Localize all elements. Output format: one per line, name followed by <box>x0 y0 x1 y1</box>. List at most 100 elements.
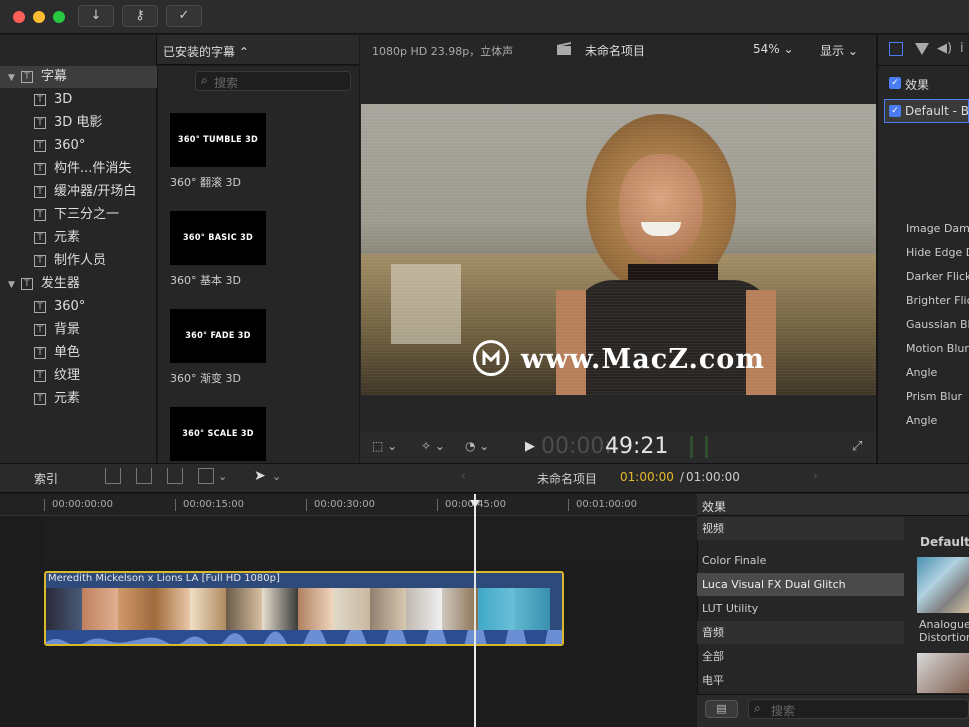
clip-frame <box>226 588 262 630</box>
default-effect-label: Default - Bu <box>905 104 969 118</box>
inspector-param-label: Angle <box>906 366 938 379</box>
sidebar-item-label: 360° <box>54 138 86 153</box>
sidebar-item[interactable]: T 背景 <box>34 319 80 341</box>
fullscreen-icon[interactable]: ⤢ <box>852 439 862 454</box>
effects-item[interactable]: 全部 <box>697 645 904 668</box>
color-inspector-icon[interactable] <box>915 43 929 55</box>
effects-category[interactable]: 视频 <box>697 517 904 540</box>
thumb-fade-3d[interactable]: 360° FADE 3D <box>170 309 266 363</box>
enhance-wand-dropdown[interactable]: ✧ ⌄ <box>421 439 445 453</box>
sidebar-item[interactable]: ▼ T 发生器 <box>8 273 80 295</box>
search-placeholder: 搜索 <box>771 704 796 718</box>
clip-frame <box>46 588 82 630</box>
sidebar-item[interactable]: T 元素 <box>34 227 80 249</box>
effects-item[interactable]: LUT Utility <box>697 597 904 620</box>
disclosure-triangle-icon[interactable]: ▼ <box>8 280 15 290</box>
transform-dropdown[interactable]: ⬚ ⌄ <box>372 439 397 453</box>
close-window-button[interactable] <box>13 11 25 23</box>
play-button[interactable]: ▶ <box>525 439 535 454</box>
minimize-window-button[interactable] <box>33 11 45 23</box>
ruler-labels: 00:00:00:0000:00:15:0000:00:30:0000:00:4… <box>0 494 697 516</box>
display-dropdown[interactable]: 显示 ⌄ <box>820 42 858 59</box>
tool-chevron-icon[interactable]: ⌄ <box>272 470 281 483</box>
keywords-button[interactable]: ⚷ <box>122 5 158 27</box>
timecode-display[interactable]: 49:21 <box>605 434 668 459</box>
import-button[interactable]: ↓ <box>78 5 114 27</box>
video-inspector-icon[interactable] <box>889 42 903 56</box>
sidebar-item[interactable]: T 下三分之一 <box>34 204 119 226</box>
default-effect-checkbox[interactable]: ✓ <box>889 105 901 117</box>
history-forward-icon[interactable]: › <box>813 469 818 483</box>
disclosure-triangle-icon[interactable]: ▼ <box>8 73 15 83</box>
title-folder-icon: T <box>34 369 46 382</box>
effects-header <box>697 494 904 516</box>
clapper-icon <box>557 42 571 55</box>
effect-preview-thumb-2[interactable] <box>917 653 969 693</box>
playhead[interactable] <box>474 494 476 727</box>
sidebar-item-label: 字幕 <box>40 69 67 84</box>
sidebar-item-label: 元素 <box>54 391 81 406</box>
clip-frame <box>334 588 370 630</box>
sidebar-item-label: 360° <box>54 299 86 314</box>
info-inspector-icon[interactable]: i <box>960 41 964 56</box>
clip-audio-waveform <box>46 611 562 644</box>
sidebar-toggle-icon[interactable]: ▤ <box>705 700 738 718</box>
library-tree: ▼ T 字幕 T 3D T 3D 电影 T 360° T 构件...件消失 T 缓冲器/开场白 T 下三分之… <box>0 66 157 426</box>
video-frame[interactable]: www.MacZ.com <box>361 104 876 395</box>
sidebar-item-label: 背景 <box>54 322 81 337</box>
thumb-grid: 360° TUMBLE 3D 360° 翻滚 3D 360° BASIC 3D … <box>158 96 359 463</box>
connect-clip-icon[interactable] <box>105 468 121 484</box>
effects-category[interactable]: 音频 <box>697 621 904 644</box>
thumb-scale-3d[interactable]: 360° SCALE 3D <box>170 407 266 461</box>
browser-search-field[interactable]: ⌕ 搜索 <box>195 71 351 91</box>
effects-item[interactable]: Luca Visual FX Dual Glitch <box>697 573 904 596</box>
title-folder-icon: T <box>34 93 46 106</box>
folder-icon: T <box>20 70 33 83</box>
overwrite-clip-icon[interactable] <box>198 468 214 484</box>
select-tool-icon[interactable]: ➤ <box>254 468 266 484</box>
thumb-basic-3d[interactable]: 360° BASIC 3D <box>170 211 266 265</box>
zoom-dropdown[interactable]: 54% ⌄ <box>753 42 794 56</box>
effect-preview-thumb[interactable] <box>917 557 969 613</box>
inspector-param-label: Hide Edge D <box>906 246 969 259</box>
thumb-tumble-3d[interactable]: 360° TUMBLE 3D <box>170 113 266 167</box>
ruler-label: 00:01:00:00 <box>576 499 638 510</box>
title-folder-icon: T <box>34 300 46 313</box>
sidebar-item[interactable]: T 元素 <box>34 388 80 410</box>
ruler-label: 00:00:30:00 <box>314 499 376 510</box>
sidebar-item[interactable]: T 单色 <box>34 342 80 364</box>
ruler-tick <box>44 499 45 511</box>
sidebar-item[interactable]: T 3D 电影 <box>34 112 102 134</box>
check-icon: ✓ <box>178 8 190 23</box>
playhead-head[interactable] <box>470 500 480 508</box>
speed-dropdown[interactable]: ◔ ⌄ <box>465 439 489 453</box>
browser-category-dropdown[interactable]: 已安装的字幕 ⌃ <box>163 43 249 60</box>
sidebar-item[interactable]: T 制作人员 <box>34 250 106 272</box>
format-info: 1080p HD 23.98p，立体声 <box>372 45 514 58</box>
append-clip-icon[interactable] <box>167 468 183 484</box>
index-button[interactable]: 索引 <box>34 470 58 487</box>
sidebar-item[interactable]: T 缓冲器/开场白 <box>34 181 136 203</box>
sidebar-item[interactable]: ▼ T 字幕 <box>8 66 67 88</box>
zoom-window-button[interactable] <box>53 11 65 23</box>
inspector-param-label: Prism Blur <box>906 390 963 403</box>
sidebar-item[interactable]: T 360° <box>34 296 85 318</box>
title-folder-icon: T <box>34 254 46 267</box>
sidebar-item[interactable]: T 360° <box>34 135 85 157</box>
history-back-icon[interactable]: ‹ <box>461 469 466 483</box>
ruler-tick <box>175 499 176 511</box>
effects-item[interactable]: 电平 <box>697 669 904 692</box>
audio-inspector-icon[interactable]: ◀) <box>937 41 952 56</box>
insert-clip-icon[interactable] <box>136 468 152 484</box>
sidebar-item[interactable]: T 纹理 <box>34 365 80 387</box>
sidebar-item[interactable]: T 3D <box>34 89 72 111</box>
effects-item[interactable]: Color Finale <box>697 549 904 572</box>
effects-checkbox[interactable]: ✓ <box>889 77 901 89</box>
clip-frame <box>118 588 154 630</box>
sidebar-item[interactable]: T 构件...件消失 <box>34 158 131 180</box>
thumb-label: 360° 翻滚 3D <box>170 176 241 189</box>
video-clip[interactable]: Meredith Mickelson x Lions LA [Full HD 1… <box>44 571 564 646</box>
background-tasks-button[interactable]: ✓ <box>166 5 202 27</box>
edit-mode-chevron-icon[interactable]: ⌄ <box>218 470 227 483</box>
effects-search-field[interactable]: ⌕ 搜索 <box>748 699 969 719</box>
